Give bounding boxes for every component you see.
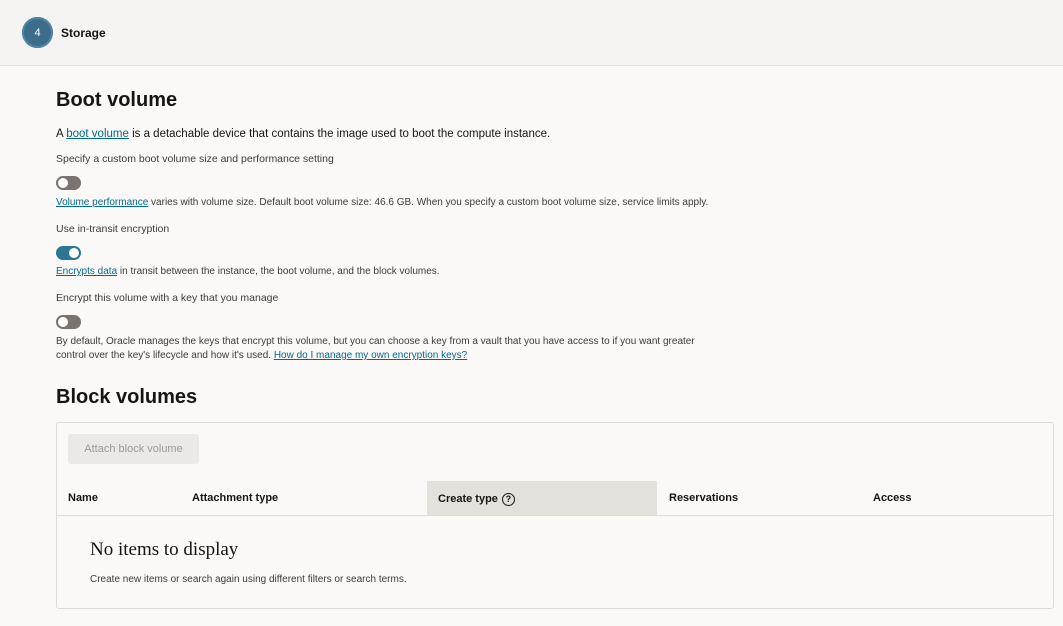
column-header-attachment-type[interactable]: Attachment type bbox=[181, 481, 427, 515]
step-number-badge: 4 bbox=[22, 17, 53, 48]
customer-key-help: By default, Oracle manages the keys that… bbox=[56, 336, 695, 361]
empty-state-message: Create new items or search again using d… bbox=[90, 574, 407, 585]
header-divider bbox=[57, 515, 1053, 516]
boot-volume-link[interactable]: boot volume bbox=[66, 128, 129, 140]
custom-size-toggle[interactable] bbox=[56, 176, 81, 190]
custom-size-label: Specify a custom boot volume size and pe… bbox=[56, 153, 334, 165]
customer-key-label: Encrypt this volume with a key that you … bbox=[56, 292, 279, 304]
in-transit-encryption-toggle[interactable] bbox=[56, 246, 81, 260]
manage-keys-link[interactable]: How do I manage my own encryption keys? bbox=[274, 350, 467, 361]
column-header-create-type[interactable]: Create type ? bbox=[427, 481, 657, 515]
boot-volume-intro: A boot volume is a detachable device tha… bbox=[56, 128, 551, 140]
attach-block-volume-button[interactable]: Attach block volume bbox=[68, 434, 199, 464]
volume-performance-link[interactable]: Volume performance bbox=[56, 197, 148, 208]
column-header-access[interactable]: Access bbox=[862, 481, 1053, 515]
column-header-name[interactable]: Name bbox=[57, 481, 181, 515]
column-header-reservations[interactable]: Reservations bbox=[658, 481, 862, 515]
step-header: 4 Storage bbox=[0, 0, 1063, 66]
toggle-knob bbox=[58, 317, 68, 327]
in-transit-encryption-label: Use in-transit encryption bbox=[56, 223, 170, 235]
empty-state-title: No items to display bbox=[90, 539, 239, 560]
question-circle-icon[interactable]: ? bbox=[501, 492, 515, 506]
toggle-knob bbox=[69, 248, 79, 258]
volume-performance-help: Volume performance varies with volume si… bbox=[56, 197, 709, 208]
boot-volume-heading: Boot volume bbox=[56, 89, 178, 111]
block-volumes-heading: Block volumes bbox=[56, 386, 198, 408]
step-title: Storage bbox=[61, 26, 106, 40]
customer-key-toggle[interactable] bbox=[56, 315, 81, 329]
toggle-knob bbox=[58, 178, 68, 188]
block-volumes-table: Attach block volume Name Attachment type… bbox=[56, 422, 1054, 609]
encrypts-data-link[interactable]: Encrypts data bbox=[56, 266, 117, 277]
in-transit-encryption-help: Encrypts data in transit between the ins… bbox=[56, 266, 440, 277]
